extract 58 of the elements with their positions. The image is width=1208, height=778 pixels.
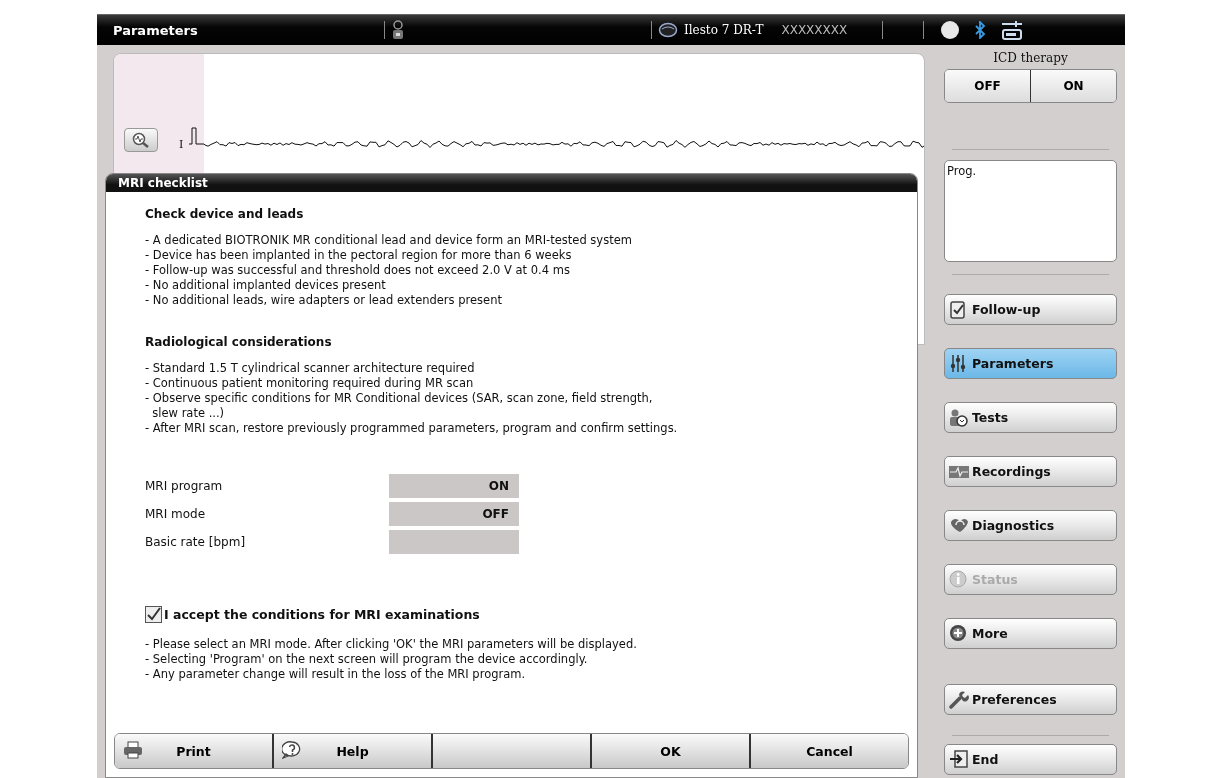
help-button[interactable]: Help bbox=[274, 734, 433, 768]
checklist-item: - Observe specific conditions for MR Conditional devices (SAR, scan zone, field strength, slew rate ...) bbox=[145, 391, 654, 421]
value-field[interactable]: OFF bbox=[389, 502, 519, 526]
status-light-icon bbox=[940, 20, 961, 40]
checklist-item: - Standard 1.5 T cylindrical scanner architecture required bbox=[145, 361, 476, 376]
plus-icon bbox=[949, 624, 969, 643]
exit-icon bbox=[949, 750, 969, 769]
channel-label: I bbox=[179, 138, 184, 151]
dialog-button[interactable]: OK bbox=[592, 734, 751, 768]
heart-cycle-icon bbox=[949, 516, 969, 535]
nav-button[interactable]: More bbox=[944, 618, 1117, 649]
nav-button[interactable]: Parameters bbox=[944, 348, 1117, 379]
field-label: Basic rate [bpm] bbox=[145, 535, 247, 549]
magnifier-icon bbox=[131, 132, 151, 148]
value-field[interactable]: ON bbox=[389, 474, 519, 498]
checklist-item: - After MRI scan, restore previously programmed parameters, program and confirm settings. bbox=[145, 421, 679, 436]
help-icon bbox=[282, 741, 302, 759]
wrench-icon bbox=[949, 690, 969, 709]
section-heading: Radiological considerations bbox=[145, 335, 333, 349]
toggle-option[interactable]: OFF bbox=[945, 70, 1031, 102]
nav-button[interactable]: Follow-up bbox=[944, 294, 1117, 325]
dialog-title: MRI checklist bbox=[106, 174, 917, 192]
program-box: Prog. bbox=[944, 160, 1117, 262]
field-label: MRI mode bbox=[145, 507, 207, 521]
field-label: MRI program bbox=[145, 479, 224, 493]
person-icon bbox=[391, 20, 405, 40]
checklist-item: - Follow-up was successful and threshold does not exceed 2.0 V at 0.4 ms bbox=[145, 263, 571, 278]
dialog-button[interactable]: Cancel bbox=[751, 734, 908, 768]
zoom-button[interactable] bbox=[124, 128, 158, 152]
checklist-item: - Continuous patient monitoring required during MR scan bbox=[145, 376, 475, 391]
serial-number: XXXXXXXX bbox=[781, 23, 849, 37]
checkbox-label: I accept the conditions for MRI examinations bbox=[164, 607, 480, 622]
screen-title: Parameters bbox=[113, 22, 199, 38]
checklist-item: - Device has been implanted in the pectoral region for more than 6 weeks bbox=[145, 248, 573, 263]
toggle-option[interactable]: ON bbox=[1031, 70, 1116, 102]
nav-button[interactable]: Recordings bbox=[944, 456, 1117, 487]
bluetooth-icon bbox=[974, 21, 987, 39]
nav-button[interactable]: Preferences bbox=[944, 684, 1117, 715]
checklist-item: - No additional implanted devices present bbox=[145, 278, 387, 293]
printer-icon bbox=[123, 741, 143, 759]
info-icon bbox=[949, 570, 969, 589]
checklist-item: - A dedicated BIOTRONIK MR conditional lead and device form an MRI-tested system bbox=[145, 233, 633, 248]
print-button[interactable]: Print bbox=[115, 734, 274, 768]
nav-button[interactable]: End bbox=[944, 744, 1117, 775]
device-icon bbox=[658, 22, 678, 38]
therapy-label: ICD therapy bbox=[992, 51, 1069, 65]
checkbox[interactable] bbox=[145, 606, 162, 623]
note-text: - Selecting 'Program' on the next screen will program the device accordingly. bbox=[145, 652, 589, 667]
plug-icon bbox=[1000, 19, 1025, 41]
value-field[interactable] bbox=[389, 530, 519, 554]
nav-button[interactable]: Diagnostics bbox=[944, 510, 1117, 541]
note-text: - Any parameter change will result in the loss of the MRI program. bbox=[145, 667, 527, 682]
nav-button[interactable]: Tests bbox=[944, 402, 1117, 433]
person-clock-icon bbox=[949, 408, 969, 427]
device-name: Ilesto 7 DR-T bbox=[684, 23, 764, 37]
note-text: - Please select an MRI mode. After clicking 'OK' the MRI parameters will be displayed. bbox=[145, 637, 638, 652]
checklist-item: - No additional leads, wire adapters or lead extenders present bbox=[145, 293, 503, 308]
section-heading: Check device and leads bbox=[145, 207, 305, 221]
